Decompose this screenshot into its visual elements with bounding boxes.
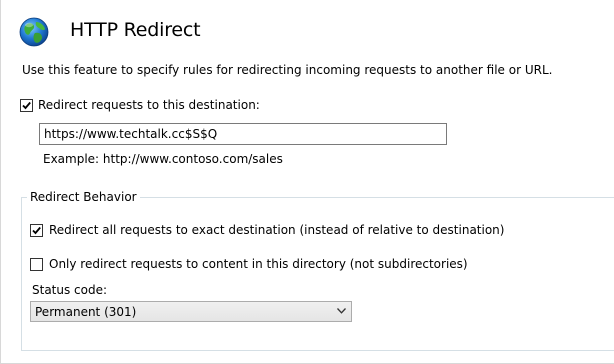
feature-description: Use this feature to specify rules for re… (22, 63, 553, 77)
status-code-label: Status code: (32, 283, 108, 297)
checkmark-icon (32, 226, 41, 235)
only-directory-label[interactable]: Only redirect requests to content in thi… (49, 257, 468, 271)
redirect-destination-label[interactable]: Redirect requests to this destination: (38, 98, 260, 112)
exact-destination-label[interactable]: Redirect all requests to exact destinati… (49, 223, 504, 237)
redirect-destination-checkbox[interactable] (20, 99, 33, 112)
globe-icon (19, 17, 49, 47)
redirect-behavior-title: Redirect Behavior (27, 190, 140, 204)
chevron-down-icon (337, 308, 346, 314)
http-redirect-page: HTTP Redirect Use this feature to specif… (0, 0, 614, 364)
destination-url-input[interactable]: https://www.techtalk.cc$S$Q (39, 123, 447, 145)
only-directory-checkbox[interactable] (30, 258, 43, 271)
destination-example-text: Example: http://www.contoso.com/sales (43, 152, 283, 166)
status-code-select[interactable]: Permanent (301) (30, 301, 352, 322)
exact-destination-checkbox[interactable] (30, 224, 43, 237)
page-header: HTTP Redirect (1, 0, 614, 58)
redirect-behavior-group (21, 197, 614, 351)
status-code-value: Permanent (301) (35, 305, 137, 319)
page-title: HTTP Redirect (70, 19, 201, 41)
checkmark-icon (22, 101, 31, 110)
